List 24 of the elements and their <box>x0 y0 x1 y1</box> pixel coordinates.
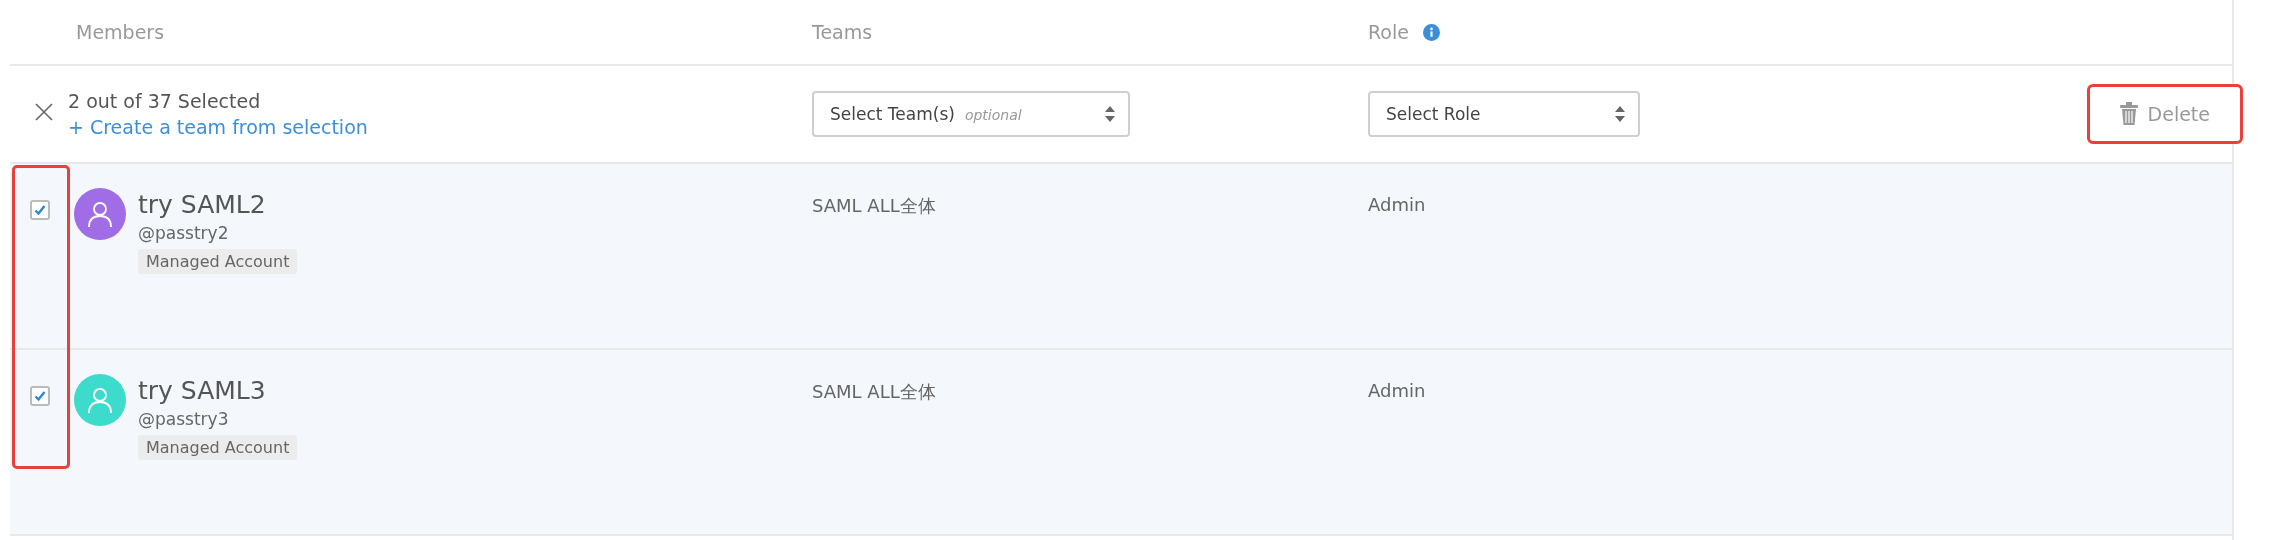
checkbox[interactable] <box>30 200 50 220</box>
role-text: Admin <box>1368 193 1427 215</box>
account-badge: Managed Account <box>138 435 298 460</box>
checkbox[interactable] <box>30 386 50 406</box>
selection-count: 2 out of 37 Selected <box>68 90 262 112</box>
sort-arrows-icon <box>1104 105 1116 123</box>
role-text: Admin <box>1368 379 1427 401</box>
account-badge: Managed Account <box>138 249 298 274</box>
trash-icon <box>2119 102 2138 126</box>
column-header: Teams <box>812 21 873 43</box>
column-header: Members <box>76 21 165 43</box>
column-header: Role <box>1368 21 1409 43</box>
sort-arrows-icon <box>1614 105 1626 123</box>
close-icon <box>35 103 53 121</box>
team-name: SAML ALL全体 <box>812 194 937 218</box>
member-name: try SAML3 <box>138 376 266 405</box>
member-name: try SAML2 <box>138 190 266 219</box>
member-username: @passtry2 <box>138 223 229 243</box>
member-username: @passtry3 <box>138 409 229 429</box>
team-name: SAML ALL全体 <box>812 380 937 404</box>
role-select[interactable]: Select Role <box>1368 91 1640 137</box>
check-icon <box>34 390 46 402</box>
team-select[interactable]: Select Team(s) optional <box>812 91 1130 137</box>
check-icon <box>34 204 46 216</box>
